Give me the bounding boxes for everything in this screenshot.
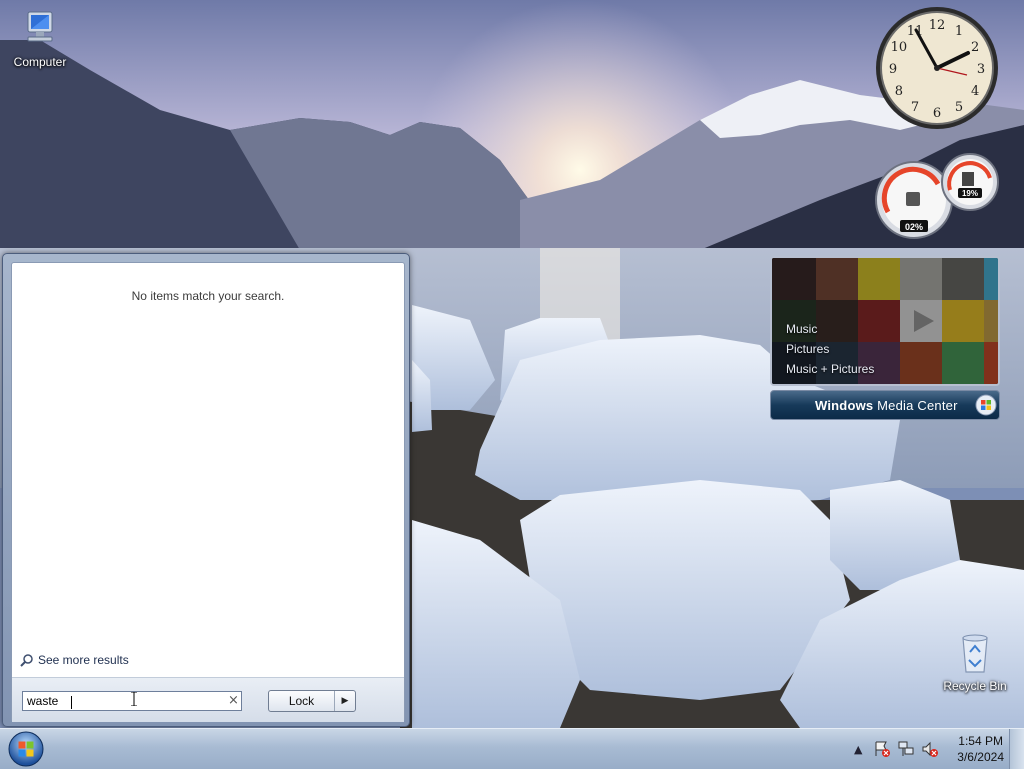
search-results-pane: No items match your search. See more res… [11,262,405,722]
desktop-icon-computer[interactable]: Computer [0,10,80,69]
clock-numeral: 9 [889,62,897,77]
clock-numeral: 7 [911,100,919,115]
show-desktop-button[interactable] [1009,729,1024,769]
clock-numeral: 10 [891,40,908,55]
clear-search-icon[interactable]: × [228,693,239,708]
magnifier-icon [20,654,33,667]
media-center-launch-bar[interactable]: Windows Media Center [770,390,1000,420]
notification-area: ▲ 1:54 PM 3/6/2024 [849,729,1004,769]
recycle-bin-icon [962,634,988,673]
cpu-meter-gadget[interactable]: 02% 19% [874,150,1000,240]
taskbar-clock[interactable]: 1:54 PM 3/6/2024 [957,733,1004,765]
network-icon[interactable] [897,740,915,758]
text-caret [71,696,72,709]
clock-numeral: 12 [929,18,946,33]
memory-percent-label: 19% [962,189,978,198]
taskbar-date: 3/6/2024 [957,750,1004,764]
taskbar-time: 1:54 PM [958,734,1003,748]
power-options-arrow-icon[interactable]: ▶ [334,691,355,711]
clock-numeral: 3 [977,62,985,77]
see-more-results-label: See more results [38,653,129,667]
media-center-tiles[interactable]: Music Pictures Music + Pictures [770,256,1000,386]
search-text: waste [27,694,59,708]
taskbar: ▲ 1:54 PM 3/6/2024 [0,728,1024,769]
power-button-group: Lock ▶ [268,690,356,712]
media-center-gadget[interactable]: Music Pictures Music + Pictures Windows … [770,256,1000,421]
clock-gadget[interactable]: 12 1234567891011 [874,5,1000,131]
computer-icon [27,11,53,42]
search-strip: waste × Lock ▶ [12,677,404,722]
media-center-item-pictures[interactable]: Pictures [786,342,829,356]
cpu-percent-label: 02% [905,222,923,232]
lock-button[interactable]: Lock [269,691,334,711]
media-center-item-music-pictures[interactable]: Music + Pictures [786,362,874,376]
no-results-message: No items match your search. [131,289,285,303]
desktop-icon-label: Recycle Bin [943,679,1007,693]
desktop-icon-recycle-bin[interactable]: Recycle Bin [935,630,1015,693]
clock-numeral: 2 [971,40,979,55]
media-center-item-music[interactable]: Music [786,322,817,336]
start-orb-icon[interactable] [6,730,46,768]
action-center-icon[interactable] [873,740,891,758]
volume-muted-icon[interactable] [921,740,939,758]
start-menu: No items match your search. See more res… [2,253,410,727]
show-hidden-icons-icon[interactable]: ▲ [849,740,867,758]
clock-numeral: 4 [971,84,979,99]
windows-orb-icon [975,394,997,416]
desktop-icon-label: Computer [13,55,67,69]
media-center-title: Windows Media Center [815,398,958,413]
clock-numeral: 5 [955,100,963,115]
clock-numeral: 1 [955,24,963,39]
clock-numeral: 6 [933,106,941,121]
ibeam-cursor-icon [131,692,137,706]
see-more-results-link[interactable]: See more results [20,653,129,667]
clock-numeral: 8 [895,84,903,99]
